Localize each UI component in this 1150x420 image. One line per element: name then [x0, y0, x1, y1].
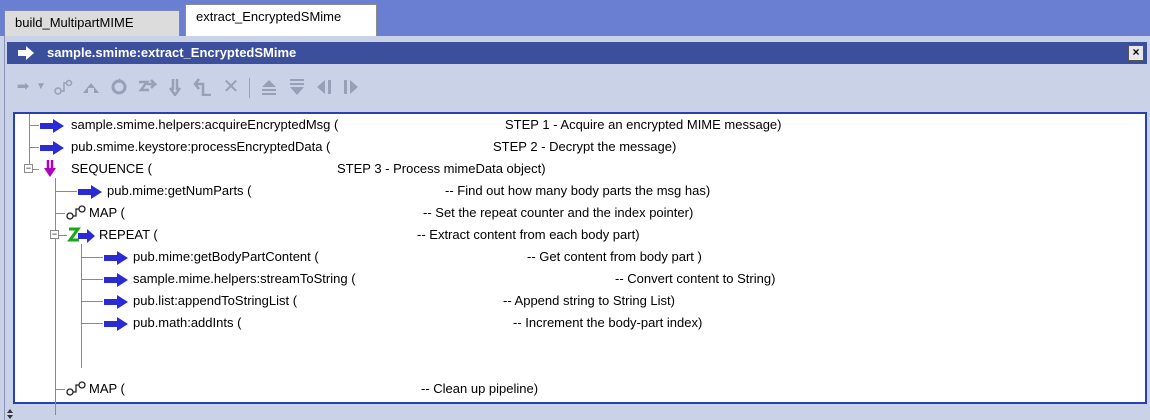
step-label: sample.mime.helpers:streamToString ( [133, 271, 356, 286]
invoke-arrow-icon [103, 272, 129, 294]
invoke-arrow-icon [103, 250, 129, 272]
tree-line [29, 125, 39, 126]
tree-line [55, 389, 65, 390]
step-comment: -- Extract content from each body part) [417, 227, 640, 242]
collapse-toggle[interactable]: − [50, 230, 59, 239]
step-label: pub.math:addInts ( [133, 315, 242, 330]
step-label: pub.mime:getBodyPartContent ( [133, 249, 319, 264]
tree-line [81, 244, 82, 368]
sequence-icon [43, 160, 57, 185]
indent-left-icon[interactable] [315, 78, 335, 96]
step-label: pub.smime.keystore:processEncryptedData … [71, 139, 331, 154]
indent-right-icon[interactable] [341, 78, 361, 96]
repeat-icon [67, 226, 97, 251]
step-label: REPEAT ( [99, 227, 158, 242]
step-label: sample.smime.helpers:acquireEncryptedMsg… [71, 117, 339, 132]
tree-line [81, 301, 103, 302]
exit-icon[interactable] [193, 78, 213, 97]
insert-icon[interactable]: ➡ [13, 78, 33, 96]
tree-line [29, 147, 39, 148]
map-icon [65, 381, 87, 404]
collapse-toggle[interactable]: − [24, 164, 33, 173]
dropdown-icon[interactable]: ▼ [31, 78, 51, 96]
move-up-icon[interactable] [259, 78, 279, 96]
tree-line [55, 213, 65, 214]
step-comment: STEP 2 - Decrypt the message) [493, 139, 677, 154]
flow-toolbar: ➡ ▼ ✕ [7, 66, 1147, 106]
panel-titlebar: sample.smime:extract_EncryptedSMime × [7, 42, 1147, 64]
move-down-icon[interactable] [287, 78, 307, 96]
tab-extract-encryptedsmime[interactable]: extract_EncryptedSMime [185, 4, 377, 36]
step-label: pub.list:appendToStringList ( [133, 293, 298, 308]
step-comment: -- Increment the body-part index) [513, 315, 703, 330]
step-label: SEQUENCE ( [71, 161, 152, 176]
flow-tree: − − sample.smime.helpers:acquireEncrypte… [13, 112, 1147, 415]
map-icon[interactable] [53, 78, 73, 96]
tree-line [59, 235, 67, 236]
step-label: MAP ( [89, 205, 125, 220]
step-comment: -- Clean up pipeline) [421, 381, 539, 396]
toolbar-separator [249, 78, 250, 98]
repeat-icon[interactable] [137, 78, 159, 96]
loop-icon[interactable] [109, 78, 129, 96]
branch-icon[interactable] [81, 78, 101, 96]
invoke-arrow-icon [39, 140, 65, 162]
map-icon [65, 205, 87, 228]
tab-strip: build_MultipartMIME extract_EncryptedSMi… [0, 0, 1150, 36]
tab-build-multipartmime[interactable]: build_MultipartMIME [4, 10, 180, 36]
expand-arrows-icon [7, 409, 13, 419]
panel-title: sample.smime:extract_EncryptedSMime [47, 45, 297, 60]
service-arrow-icon [17, 45, 35, 68]
close-icon[interactable]: × [1128, 45, 1144, 61]
step-comment: -- Get content from body part ) [527, 249, 702, 264]
tree-line [33, 169, 39, 170]
step-label: MAP ( [89, 381, 125, 396]
invoke-arrow-icon [39, 118, 65, 140]
tree-line [81, 257, 103, 258]
step-comment: -- Find out how many body parts the msg … [445, 183, 711, 198]
bottom-handle[interactable] [7, 408, 1147, 420]
invoke-arrow-icon [103, 316, 129, 338]
tree-line [55, 191, 77, 192]
step-comment: -- Convert content to String) [615, 271, 776, 286]
step-label: pub.mime:getNumParts ( [107, 183, 252, 198]
flow-editor-panel: sample.smime:extract_EncryptedSMime × ➡ … [4, 36, 1148, 420]
invoke-arrow-icon [103, 294, 129, 316]
step-comment: STEP 3 - Process mimeData object) [337, 161, 546, 176]
step-comment: STEP 1 - Acquire an encrypted MIME messa… [505, 117, 782, 132]
step-comment: -- Append string to String List) [503, 293, 675, 308]
tree-line [81, 279, 103, 280]
delete-icon[interactable]: ✕ [221, 77, 241, 97]
sequence-icon[interactable] [165, 78, 185, 98]
step-comment: -- Set the repeat counter and the index … [423, 205, 694, 220]
tree-line [81, 323, 103, 324]
